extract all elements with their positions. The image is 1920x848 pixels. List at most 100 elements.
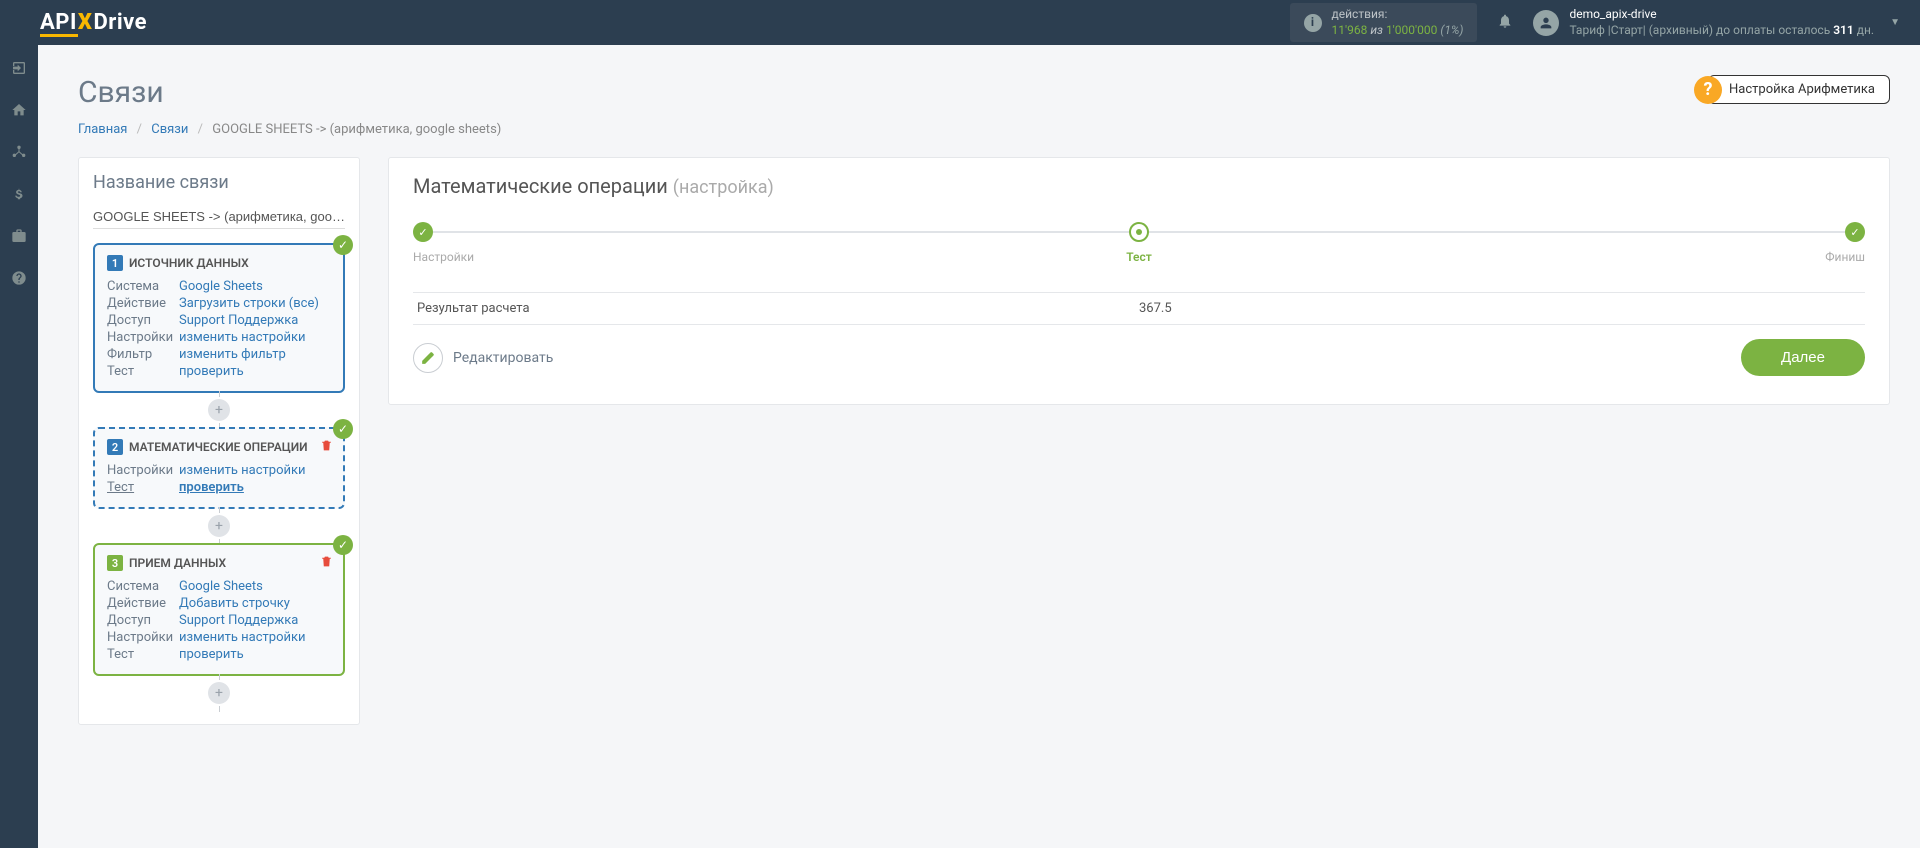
nav-home-icon[interactable] (0, 102, 38, 122)
step-row: Настройкиизменить настройки (107, 463, 331, 478)
logo-x: X (78, 10, 93, 35)
step-row: ДействиеДобавить строчку (107, 596, 331, 611)
pencil-icon (413, 343, 443, 373)
usage-max: 1'000'000 (1386, 23, 1437, 37)
help-badge[interactable]: ? Настройка Арифметика (1694, 75, 1890, 104)
result-value: 367.5 (1139, 301, 1861, 316)
usage-box[interactable]: i действия: 11'968 из 1'000'000 (1%) (1290, 3, 1478, 42)
usage-label: действия: (1332, 7, 1388, 21)
nav-billing-icon[interactable] (0, 186, 38, 206)
step-row-key: Фильтр (107, 347, 179, 362)
edit-label: Редактировать (453, 350, 553, 366)
step-card-destination[interactable]: ✓ 3 ПРИЕМ ДАННЫХ СистемаGoogle SheetsДей… (93, 543, 345, 676)
step-row-key: Действие (107, 596, 179, 611)
step-row: СистемаGoogle Sheets (107, 279, 331, 294)
info-icon: i (1304, 14, 1322, 32)
trash-icon[interactable] (320, 555, 333, 572)
nav-logout-icon[interactable] (0, 60, 38, 80)
step-title: ПРИЕМ ДАННЫХ (129, 556, 226, 570)
step3-rows: СистемаGoogle SheetsДействиеДобавить стр… (107, 579, 331, 662)
stepper-point-finish[interactable]: ✓ (1845, 222, 1865, 242)
user-tariff: Тариф |Старт| (архивный) до оплаты остал… (1569, 23, 1874, 39)
step-row-value[interactable]: Google Sheets (179, 579, 263, 594)
step-title: МАТЕМАТИЧЕСКИЕ ОПЕРАЦИИ (129, 440, 308, 454)
breadcrumb-links[interactable]: Связи (151, 122, 188, 137)
step-row-key: Настройки (107, 330, 179, 345)
stepper-point-test[interactable] (1129, 222, 1149, 242)
brand-logo[interactable]: APIXDrive (40, 10, 147, 35)
right-title: Математические операции (настройка) (413, 174, 1865, 198)
step-row: Фильтризменить фильтр (107, 347, 331, 362)
step-row-value[interactable]: изменить настройки (179, 630, 306, 645)
edit-button[interactable]: Редактировать (413, 343, 553, 373)
step-row-key: Система (107, 279, 179, 294)
step-row: Тестпроверить (107, 364, 331, 379)
step-row-value[interactable]: Support Поддержка (179, 613, 298, 628)
sidebar (0, 45, 38, 848)
step-row-value[interactable]: проверить (179, 647, 244, 662)
step-title: ИСТОЧНИК ДАННЫХ (129, 256, 249, 270)
step-row: Тестпроверить (107, 647, 331, 662)
step-row-value[interactable]: Добавить строчку (179, 596, 290, 611)
step-card-math[interactable]: ✓ 2 МАТЕМАТИЧЕСКИЕ ОПЕРАЦИИ Настройкиизм… (93, 427, 345, 509)
result-row: Результат расчета 367.5 (413, 293, 1865, 324)
breadcrumb: Главная / Связи / GOOGLE SHEETS -> (ариф… (78, 122, 1890, 137)
user-name: demo_apix-drive (1569, 7, 1874, 23)
topbar: APIXDrive i действия: 11'968 из 1'000'00… (0, 0, 1920, 45)
step-row: Тестпроверить (107, 480, 331, 495)
step-row-value[interactable]: проверить (179, 364, 244, 379)
right-panel: Математические операции (настройка) ✓ ✓ … (388, 157, 1890, 405)
result-table: Результат расчета 367.5 (413, 292, 1865, 325)
next-button[interactable]: Далее (1741, 339, 1865, 376)
step-card-source[interactable]: ✓ 1 ИСТОЧНИК ДАННЫХ СистемаGoogle Sheets… (93, 243, 345, 393)
check-icon: ✓ (333, 235, 353, 255)
step-row-value[interactable]: Загрузить строки (все) (179, 296, 319, 311)
help-icon: ? (1694, 76, 1722, 104)
logo-api: API (40, 10, 77, 35)
connection-name-input[interactable] (93, 205, 345, 229)
check-icon: ✓ (333, 535, 353, 555)
step-row-value[interactable]: изменить настройки (179, 463, 306, 478)
step-row: ДоступSupport Поддержка (107, 313, 331, 328)
add-step-button[interactable]: + (208, 399, 230, 421)
step-row-value[interactable]: изменить настройки (179, 330, 306, 345)
step1-rows: СистемаGoogle SheetsДействиеЗагрузить ст… (107, 279, 331, 379)
stepper-label-settings: Настройки (413, 250, 473, 264)
result-label: Результат расчета (417, 301, 1139, 316)
step-row-key: Доступ (107, 613, 179, 628)
step-row: СистемаGoogle Sheets (107, 579, 331, 594)
nav-help-icon[interactable] (0, 270, 38, 290)
add-step-button[interactable]: + (208, 515, 230, 537)
step-row-value[interactable]: проверить (179, 480, 244, 495)
usage-value: 11'968 (1332, 23, 1368, 37)
connection-name-heading: Название связи (93, 172, 345, 193)
breadcrumb-current: GOOGLE SHEETS -> (арифметика, google she… (212, 122, 501, 137)
step-row-value[interactable]: изменить фильтр (179, 347, 286, 362)
page-title: Связи (78, 75, 1890, 110)
check-icon: ✓ (333, 419, 353, 439)
bell-icon[interactable] (1497, 13, 1513, 33)
step-row-value[interactable]: Support Поддержка (179, 313, 298, 328)
nav-connections-icon[interactable] (0, 144, 38, 164)
usage-pct: (1%) (1440, 23, 1463, 37)
step-row-key: Система (107, 579, 179, 594)
stepper-label-finish: Финиш (1805, 250, 1865, 264)
step-row-key: Тест (107, 480, 179, 495)
avatar-icon (1533, 10, 1559, 36)
logo-drive: Drive (93, 10, 147, 35)
add-step-button[interactable]: + (208, 682, 230, 704)
stepper-point-settings[interactable]: ✓ (413, 222, 433, 242)
step-row-key: Доступ (107, 313, 179, 328)
nav-briefcase-icon[interactable] (0, 228, 38, 248)
step-row-key: Настройки (107, 463, 179, 478)
step-number: 1 (107, 255, 123, 271)
breadcrumb-home[interactable]: Главная (78, 122, 127, 137)
step2-rows: Настройкиизменить настройкиТестпроверить (107, 463, 331, 495)
step-row: Настройкиизменить настройки (107, 630, 331, 645)
step-row-key: Тест (107, 647, 179, 662)
trash-icon[interactable] (320, 439, 333, 456)
step-row: Настройкиизменить настройки (107, 330, 331, 345)
step-number: 2 (107, 439, 123, 455)
step-row-value[interactable]: Google Sheets (179, 279, 263, 294)
user-menu[interactable]: demo_apix-drive Тариф |Старт| (архивный)… (1533, 7, 1900, 38)
